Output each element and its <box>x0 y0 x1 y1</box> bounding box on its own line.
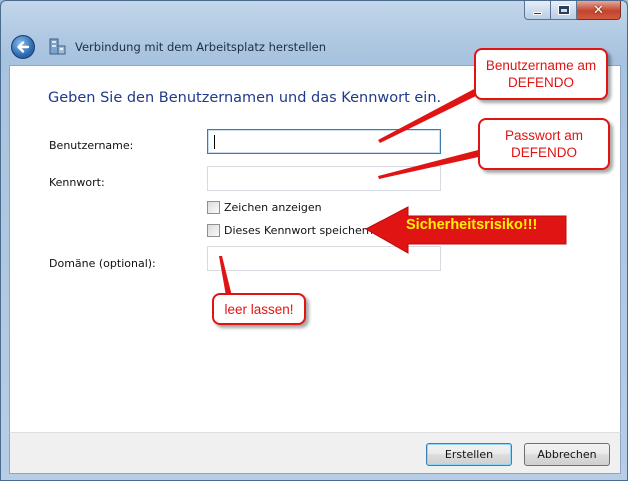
text-caret <box>214 135 215 149</box>
password-input[interactable] <box>207 166 441 191</box>
username-input[interactable] <box>207 129 441 154</box>
back-arrow-icon <box>17 41 30 53</box>
create-button[interactable]: Erstellen <box>426 443 512 466</box>
workplace-connection-icon <box>49 38 66 55</box>
checkbox-icon[interactable] <box>207 201 220 214</box>
checkbox-icon[interactable] <box>207 224 220 237</box>
save-password-label: Dieses Kennwort speichern <box>224 224 374 237</box>
instruction-heading: Geben Sie den Benutzernamen und das Kenn… <box>48 90 442 106</box>
domain-label: Domäne (optional): <box>49 257 156 270</box>
domain-input[interactable] <box>207 246 441 271</box>
minimize-icon <box>533 11 542 15</box>
close-button[interactable]: ✕ <box>577 1 621 20</box>
cancel-button[interactable]: Abbrechen <box>524 443 610 466</box>
username-label: Benutzername: <box>49 139 134 152</box>
username-annotation: Benutzername am DEFENDO <box>474 48 608 100</box>
back-button[interactable] <box>11 35 35 59</box>
domain-annotation: leer lassen! <box>212 293 306 325</box>
password-label: Kennwort: <box>49 176 105 189</box>
window-title: Verbindung mit dem Arbeitsplatz herstell… <box>75 40 327 54</box>
password-annotation: Passwort am DEFENDO <box>478 118 610 170</box>
risk-annotation: Sicherheitsrisiko!!! <box>406 217 538 233</box>
show-characters-label: Zeichen anzeigen <box>224 201 322 214</box>
maximize-icon <box>557 5 570 15</box>
show-characters-checkbox[interactable]: Zeichen anzeigen <box>207 201 322 214</box>
minimize-button[interactable] <box>524 1 551 20</box>
save-password-checkbox[interactable]: Dieses Kennwort speichern <box>207 224 373 237</box>
close-icon: ✕ <box>593 2 604 18</box>
button-bar: Erstellen Abbrechen <box>9 432 621 474</box>
maximize-button[interactable] <box>551 1 577 20</box>
caption-buttons: ✕ <box>524 1 621 20</box>
